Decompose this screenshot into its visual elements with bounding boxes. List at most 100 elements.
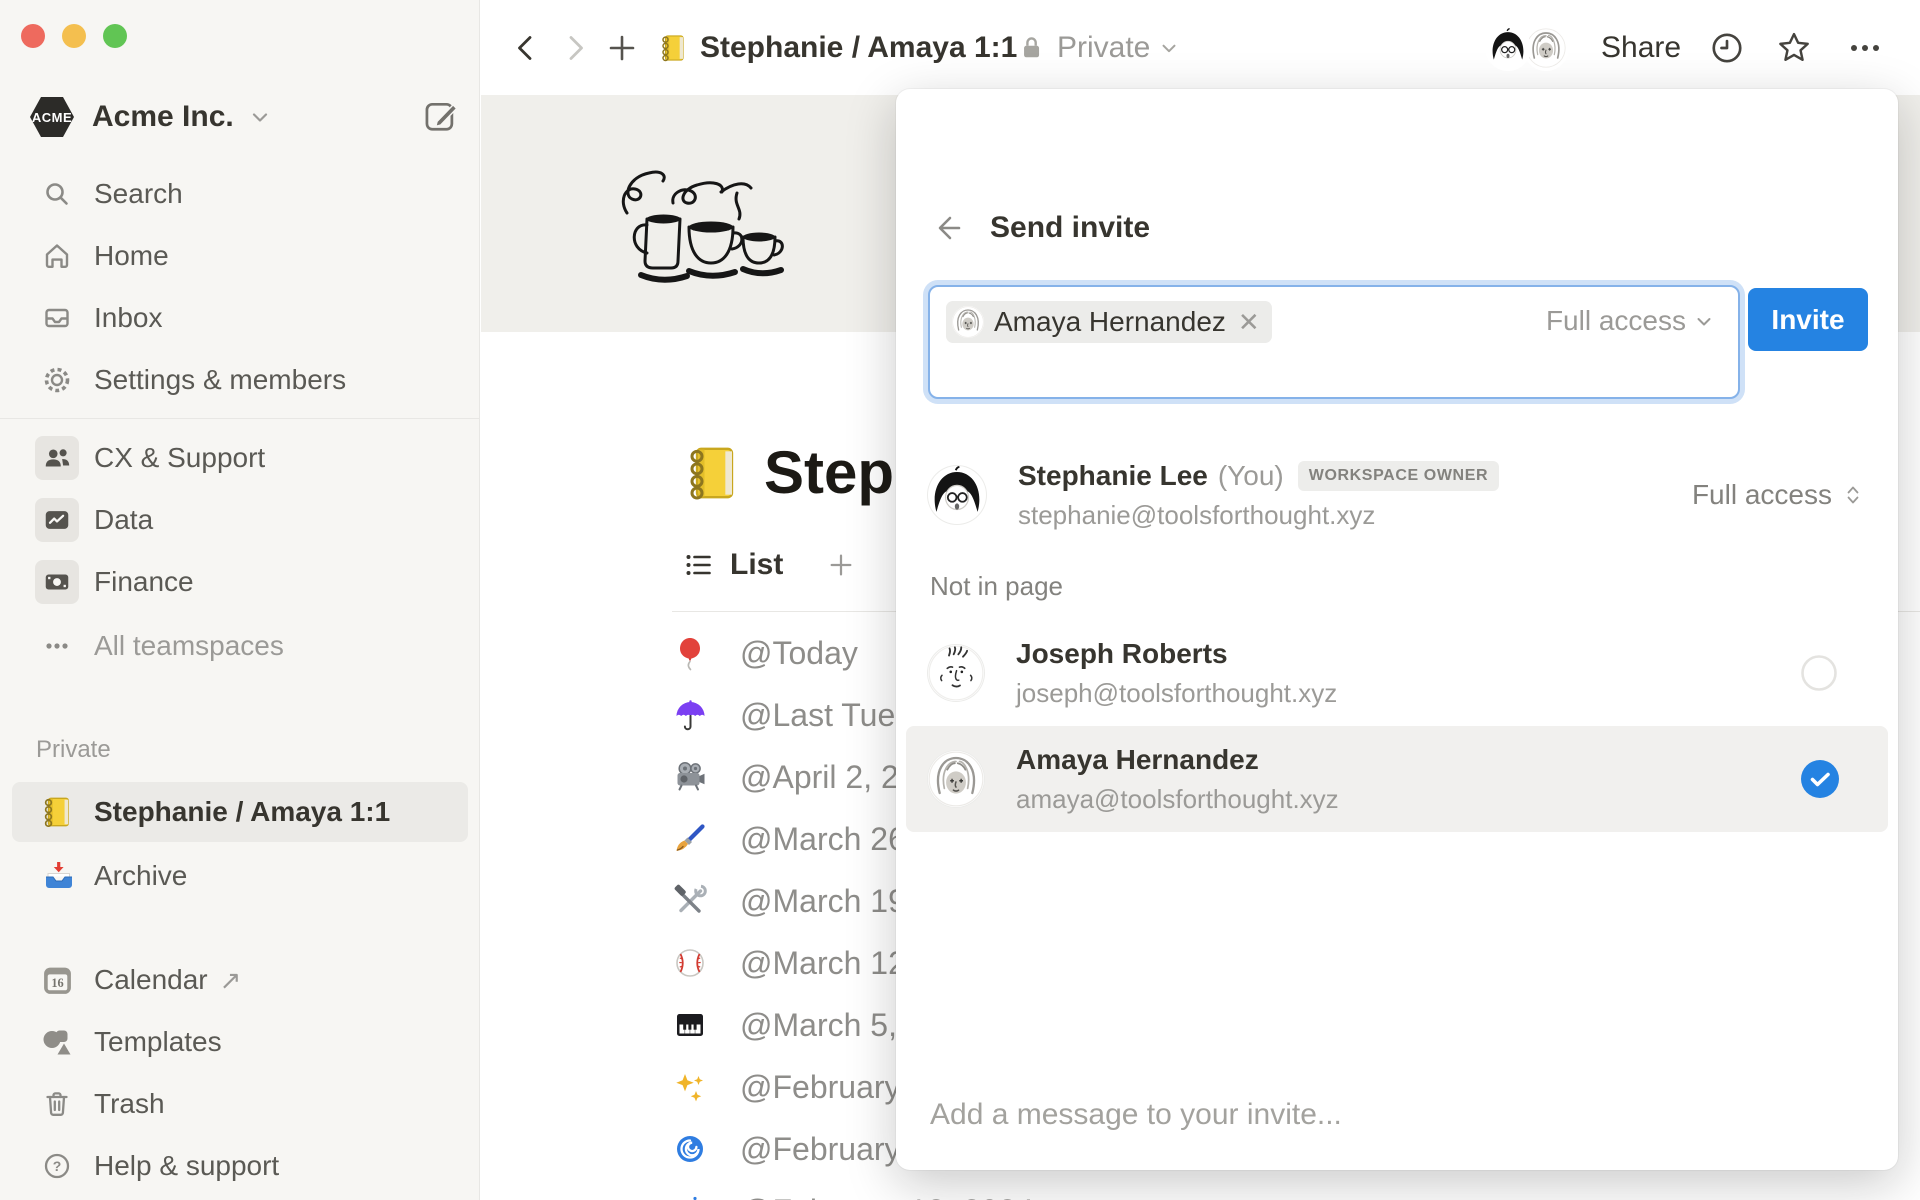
- access-level-dropdown[interactable]: Full access: [1546, 305, 1716, 337]
- sidebar-item-label: Help & support: [94, 1150, 280, 1181]
- chevron-down-icon: [252, 113, 267, 122]
- sidebar-item-trash[interactable]: Trash: [0, 1074, 480, 1134]
- member-name: Stephanie Lee: [1018, 459, 1208, 491]
- people-icon: [35, 436, 79, 480]
- invite-message-input[interactable]: [930, 1084, 1864, 1146]
- recipient-tag[interactable]: Amaya Hernandez ✕: [946, 301, 1272, 343]
- more-options-button[interactable]: [1847, 0, 1883, 95]
- cyclone-emoji: [672, 1132, 708, 1166]
- list-item[interactable]: @April 2, 2: [672, 746, 899, 808]
- zoom-window-button[interactable]: [103, 24, 127, 48]
- page-collaborator-avatars[interactable]: [1485, 0, 1569, 95]
- sidebar-item-settings[interactable]: Settings & members: [0, 350, 480, 410]
- add-view-button[interactable]: [827, 551, 855, 579]
- home-icon: [38, 240, 76, 272]
- inbox-icon: [38, 302, 76, 334]
- coffee-cups-doodle: [585, 147, 795, 297]
- up-down-chevrons-icon: [1847, 486, 1859, 504]
- list-item-title: @March 5,: [740, 1006, 897, 1043]
- not-in-page-label: Not in page: [930, 571, 1063, 601]
- updates-button[interactable]: [1709, 0, 1745, 95]
- sidebar: ACME Acme Inc. Search Home Inbox Setting…: [0, 0, 480, 1200]
- sidebar-item-search[interactable]: Search: [0, 164, 480, 224]
- avatar-amaya: [952, 306, 984, 338]
- check-circle-icon[interactable]: [1800, 759, 1840, 799]
- close-window-button[interactable]: [21, 24, 45, 48]
- member-email: stephanie@toolsforthought.xyz: [1018, 499, 1376, 530]
- baseball-emoji: [672, 946, 708, 980]
- invite-recipients-input[interactable]: Amaya Hernandez ✕ Full access: [928, 285, 1740, 399]
- sidebar-item-label: Templates: [94, 1026, 222, 1057]
- star-icon: [1779, 32, 1809, 61]
- notebook-emoji: [682, 443, 742, 503]
- breadcrumb-page-title: Stephanie / Amaya 1:1: [700, 30, 1018, 64]
- sidebar-item-calendar[interactable]: 16 Calendar ↗: [0, 950, 480, 1010]
- person-email: joseph@toolsforthought.xyz: [1016, 677, 1338, 708]
- sidebar-teamspace-data[interactable]: Data: [0, 490, 480, 550]
- person-row-joseph[interactable]: Joseph Roberts joseph@toolsforthought.xy…: [928, 623, 1866, 723]
- minimize-window-button[interactable]: [62, 24, 86, 48]
- list-item[interactable]: @February 13, 2024: [672, 1180, 1034, 1200]
- sparkles-emoji: [672, 1070, 708, 1104]
- radio-unselected-icon[interactable]: [1800, 654, 1838, 692]
- new-page-button[interactable]: [607, 0, 637, 95]
- projector-emoji: [672, 760, 708, 794]
- view-tabs: List: [684, 548, 855, 582]
- breadcrumb[interactable]: Stephanie / Amaya 1:1: [658, 0, 1017, 95]
- back-button[interactable]: [511, 0, 541, 95]
- sidebar-item-label: Data: [94, 504, 154, 535]
- sidebar-item-label: CX & Support: [94, 442, 266, 473]
- member-row-stephanie: Stephanie Lee (You) WORKSPACE OWNER step…: [928, 459, 1866, 530]
- umbrella-emoji: [672, 698, 708, 732]
- back-arrow-icon[interactable]: [930, 211, 964, 245]
- invite-button[interactable]: Invite: [1748, 288, 1868, 351]
- plus-icon: [830, 554, 852, 576]
- sidebar-item-home[interactable]: Home: [0, 226, 480, 286]
- sidebar-item-all-teamspaces[interactable]: All teamspaces: [0, 616, 480, 676]
- sidebar-item-help[interactable]: ? Help & support: [0, 1136, 480, 1196]
- sidebar-item-label: All teamspaces: [94, 630, 284, 661]
- chart-icon: [35, 498, 79, 542]
- sidebar-teamspace-cx-support[interactable]: CX & Support: [0, 428, 480, 488]
- workspace-switcher[interactable]: ACME Acme Inc.: [30, 94, 459, 140]
- share-button[interactable]: Share: [1601, 0, 1681, 95]
- sidebar-item-label: Home: [94, 240, 169, 271]
- person-name: Amaya Hernandez: [1016, 743, 1259, 775]
- party-popper-emoji: [672, 1194, 708, 1200]
- notebook-emoji: [658, 33, 688, 63]
- sidebar-item-label: Inbox: [94, 302, 163, 333]
- privacy-dropdown[interactable]: Private: [1017, 0, 1180, 95]
- send-invite-dialog: Send invite Amaya Hernandez ✕ Full acces…: [896, 89, 1898, 1170]
- forward-button[interactable]: [560, 0, 590, 95]
- favorite-button[interactable]: [1774, 0, 1814, 95]
- list-item-title: @March 19: [740, 882, 906, 919]
- recipient-tag-name: Amaya Hernandez: [994, 306, 1226, 337]
- lock-icon: [1024, 36, 1040, 57]
- list-item[interactable]: @March 26: [672, 808, 906, 870]
- help-icon: ?: [38, 1150, 76, 1182]
- workspace-logo: ACME: [30, 97, 74, 137]
- inbox-tray-emoji: [38, 859, 76, 893]
- topbar: Stephanie / Amaya 1:1 Private Share: [481, 0, 1920, 95]
- sidebar-item-stephanie-amaya[interactable]: Stephanie / Amaya 1:1: [12, 782, 468, 842]
- person-row-amaya[interactable]: Amaya Hernandez amaya@toolsforthought.xy…: [928, 729, 1866, 829]
- list-item[interactable]: @March 12: [672, 932, 906, 994]
- sidebar-teamspace-finance[interactable]: Finance: [0, 552, 480, 612]
- tab-list[interactable]: List: [730, 548, 783, 582]
- gear-icon: [38, 364, 76, 396]
- list-item[interactable]: @February: [672, 1056, 901, 1118]
- sidebar-item-templates[interactable]: Templates: [0, 1012, 480, 1072]
- sidebar-item-label: Archive: [94, 860, 188, 891]
- list-item[interactable]: @March 5,: [672, 994, 897, 1056]
- list-item-title: @Last Tues: [740, 696, 912, 733]
- member-access-dropdown[interactable]: Full access: [1692, 479, 1866, 511]
- list-item[interactable]: @Today: [672, 622, 858, 684]
- sidebar-item-archive[interactable]: Archive: [0, 846, 480, 906]
- compose-icon[interactable]: [421, 96, 459, 134]
- sidebar-item-inbox[interactable]: Inbox: [0, 288, 480, 348]
- svg-text:16: 16: [51, 976, 63, 990]
- list-item[interactable]: @March 19: [672, 870, 906, 932]
- remove-tag-icon[interactable]: ✕: [1238, 307, 1260, 338]
- list-item[interactable]: @Last Tues: [672, 684, 911, 746]
- list-item[interactable]: @February: [672, 1118, 901, 1180]
